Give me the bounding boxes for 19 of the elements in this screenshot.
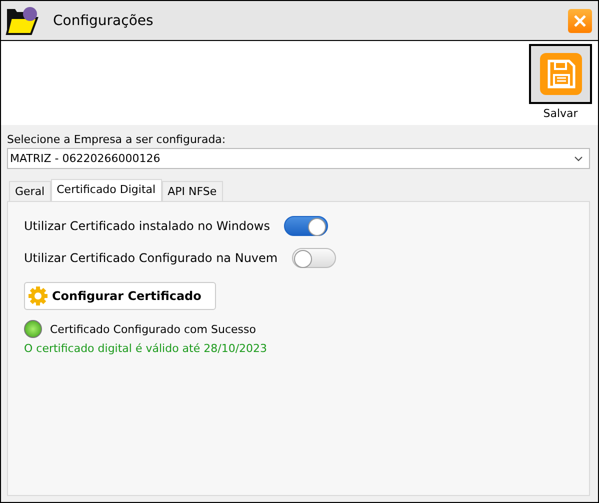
toggle-label: Utilizar Certificado instalado no Windows	[24, 219, 270, 233]
status-text: Certificado Configurado com Sucesso	[50, 322, 256, 336]
tab[interactable]: API NFSe	[162, 181, 223, 201]
toggle-switch[interactable]	[292, 248, 336, 268]
company-label: Selecione a Empresa a ser configurada:	[7, 133, 227, 146]
close-icon	[573, 14, 587, 28]
company-dropdown[interactable]: MATRIZ - 06220266000126	[7, 148, 590, 169]
chevron-down-icon	[574, 156, 583, 162]
gear-icon	[28, 286, 48, 306]
tab[interactable]: Certificado Digital	[50, 179, 162, 201]
window-title: Configurações	[53, 12, 154, 28]
save-label: Salvar	[543, 107, 578, 120]
tab[interactable]: Geral	[9, 181, 51, 201]
toggle-switch[interactable]	[284, 216, 328, 236]
folder-icon	[5, 6, 39, 36]
validity-text: O certificado digital é válido até 28/10/2023	[24, 342, 268, 355]
configure-button[interactable]: Configurar Certificado	[24, 282, 216, 310]
toggle-label: Utilizar Certificado Configurado na Nuvem	[24, 251, 278, 265]
save-button[interactable]	[529, 44, 592, 104]
